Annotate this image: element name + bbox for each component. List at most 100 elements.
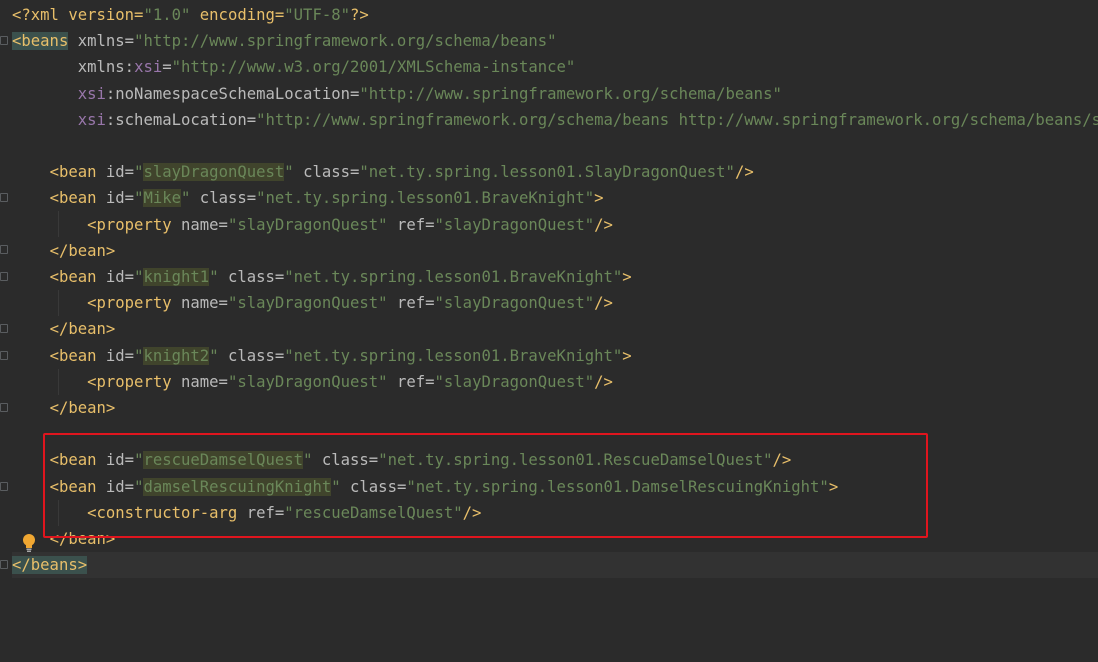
code-token: "slayDragonQuest" <box>227 294 388 313</box>
code-line[interactable]: <bean id="knight1" class="net.ty.spring.… <box>12 264 1098 290</box>
code-line[interactable]: <?xml version="1.0" encoding="UTF-8"?> <box>12 2 1098 28</box>
code-token: /> <box>734 163 754 182</box>
code-token: id= <box>105 346 135 365</box>
code-token: id= <box>105 189 135 208</box>
code-token: name= <box>181 372 228 391</box>
code-line[interactable]: <property name="slayDragonQuest" ref="sl… <box>12 290 1098 316</box>
code-token: > <box>594 189 604 208</box>
code-token: :schemaLocation= <box>105 110 257 129</box>
fold-marker-icon[interactable] <box>0 324 8 333</box>
code-line[interactable]: </bean> <box>12 238 1098 264</box>
code-token: /> <box>594 215 613 234</box>
code-token: > <box>622 346 632 365</box>
code-token: ref= <box>387 215 435 234</box>
fold-marker-icon[interactable] <box>0 560 8 569</box>
code-token: <bean <box>49 268 106 286</box>
code-line[interactable]: <bean id="Mike" class="net.ty.spring.les… <box>12 185 1098 211</box>
code-token: xsi <box>77 110 106 129</box>
code-token: " <box>284 163 294 182</box>
code-line[interactable]: <bean id="knight2" class="net.ty.spring.… <box>12 343 1098 369</box>
fold-marker-icon[interactable] <box>0 245 8 254</box>
code-token: knight1 <box>143 268 210 286</box>
code-token: ref= <box>387 372 435 391</box>
code-token: Mike <box>143 189 182 208</box>
fold-marker-icon[interactable] <box>0 403 8 412</box>
code-token: "slayDragonQuest" <box>434 215 595 234</box>
code-token: name= <box>181 215 228 234</box>
fold-marker-icon[interactable] <box>0 351 8 360</box>
code-token: "http://www.springframework.org/schema/b… <box>256 110 1098 129</box>
code-token: "http://www.springframework.org/schema/b… <box>134 32 557 51</box>
code-editor[interactable]: <?xml version="1.0" encoding="UTF-8"?> <b… <box>0 0 1098 662</box>
fold-marker-icon[interactable] <box>0 36 8 45</box>
code-token: " <box>181 189 191 208</box>
code-line[interactable]: </bean> <box>12 316 1098 342</box>
code-line[interactable]: </bean> <box>12 395 1098 421</box>
indent-guide <box>58 211 59 237</box>
code-token: id= <box>105 163 135 182</box>
code-token: <bean <box>49 163 106 182</box>
code-token: "http://www.w3.org/2001/XMLSchema-instan… <box>171 58 576 77</box>
code-token: </beans> <box>12 556 88 575</box>
code-line[interactable]: xmlns:xsi="http://www.w3.org/2001/XMLSch… <box>12 54 1098 80</box>
code-token: slayDragonQuest <box>143 163 285 182</box>
code-token: "UTF-8" <box>284 6 350 24</box>
code-token: "slayDragonQuest" <box>434 372 595 391</box>
lightbulb-icon[interactable] <box>22 533 36 553</box>
code-token: id= <box>105 268 135 286</box>
code-token: <bean <box>49 346 106 365</box>
code-token: = <box>162 58 172 77</box>
code-token: " <box>209 346 219 365</box>
code-token: xmlns= <box>68 32 135 51</box>
code-token: "slayDragonQuest" <box>227 372 388 391</box>
highlight-annotation-box <box>43 433 928 538</box>
code-token: encoding= <box>190 6 285 24</box>
code-token: class= <box>190 189 257 208</box>
code-token: "net.ty.spring.lesson01.SlayDragonQuest" <box>359 163 735 182</box>
code-token: "slayDragonQuest" <box>227 215 388 234</box>
indent-guide <box>58 290 59 316</box>
code-token: <property <box>87 215 181 234</box>
code-token: ref= <box>387 294 435 313</box>
fold-marker-icon[interactable] <box>0 482 8 491</box>
code-line[interactable] <box>12 133 1098 159</box>
code-token: <beans <box>12 32 69 51</box>
code-token: </bean> <box>49 241 116 260</box>
code-token: class= <box>218 268 285 286</box>
code-token: xsi <box>134 58 163 77</box>
code-token: "slayDragonQuest" <box>434 294 595 313</box>
fold-marker-icon[interactable] <box>0 272 8 281</box>
indent-guide <box>58 369 59 395</box>
code-line[interactable]: xsi:schemaLocation="http://www.springfra… <box>12 107 1098 133</box>
code-token: "1.0" <box>143 6 191 24</box>
fold-marker-icon[interactable] <box>0 193 8 202</box>
code-token: knight2 <box>143 346 210 365</box>
code-token: ?> <box>350 6 369 24</box>
code-line[interactable]: <property name="slayDragonQuest" ref="sl… <box>12 212 1098 238</box>
code-token: name= <box>181 294 228 313</box>
code-token: " <box>209 268 219 286</box>
code-token: xmlns: <box>12 58 135 77</box>
code-token: /> <box>594 372 613 391</box>
code-token: "net.ty.spring.lesson01.BraveKnight" <box>284 346 623 365</box>
code-line[interactable]: xsi:noNamespaceSchemaLocation="http://ww… <box>12 81 1098 107</box>
code-line[interactable]: <bean id="slayDragonQuest" class="net.ty… <box>12 159 1098 185</box>
code-token: class= <box>218 346 285 365</box>
code-line[interactable]: </beans> <box>12 552 1098 579</box>
code-token: <property <box>87 372 181 391</box>
code-line[interactable]: <property name="slayDragonQuest" ref="sl… <box>12 369 1098 395</box>
code-token: </bean> <box>49 399 116 417</box>
code-token: <bean <box>49 189 106 208</box>
code-line[interactable]: <beans xmlns="http://www.springframework… <box>12 28 1098 54</box>
